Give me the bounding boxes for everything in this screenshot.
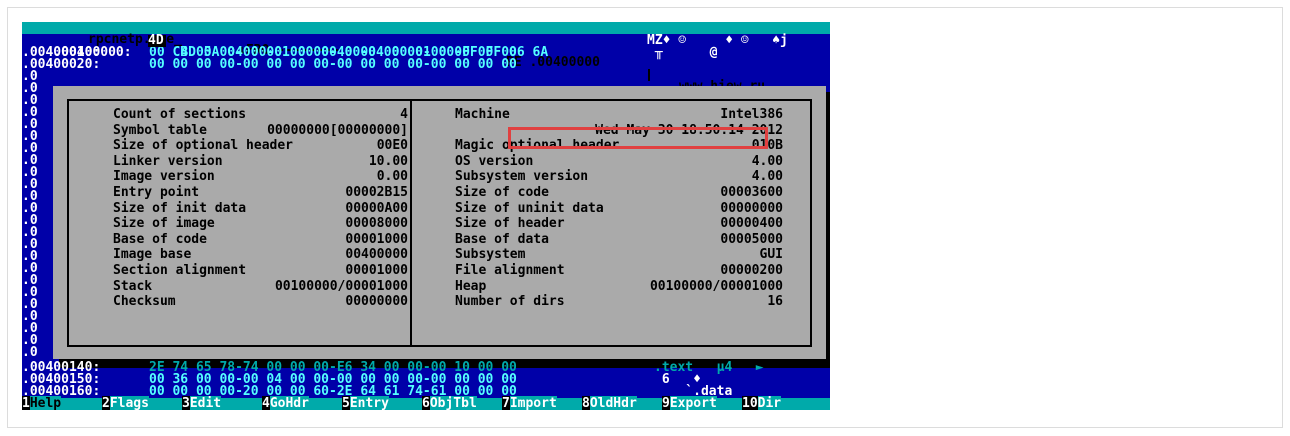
pe-field-label: Image base <box>113 247 192 263</box>
pe-field-label: Base of code <box>113 231 207 247</box>
pe-field-label: Machine <box>455 107 510 122</box>
fkey-number: 3 <box>182 396 190 410</box>
fkey-label: Dir <box>757 396 782 410</box>
fkey-label: Export <box>669 396 717 410</box>
fkey-number: 8 <box>582 396 590 410</box>
fkey-help[interactable]: 1Help <box>22 396 62 410</box>
fkey-number: 2 <box>102 396 110 410</box>
hiew-terminal: rpcnetp.exe_ ↓FRO -------- PE .00400000 … <box>22 22 830 410</box>
pe-field-value: 00000000 <box>345 294 408 310</box>
fkey-oldhdr[interactable]: 8OldHdr <box>582 396 637 410</box>
pe-field-value: 00000000[00000000] <box>267 122 408 138</box>
fkey-label: ObjTbl <box>429 396 477 410</box>
fkey-number: 7 <box>502 396 510 410</box>
fkey-import[interactable]: 7Import <box>502 396 557 410</box>
pe-field-value: 00001000 <box>345 263 408 278</box>
fkey-number: 10 <box>742 396 758 410</box>
fkey-number: 4 <box>262 396 270 410</box>
pe-field-value: 00100000/00001000 <box>274 278 408 294</box>
pe-field-label: Stack <box>113 278 153 294</box>
fkey-number: 1 <box>22 396 30 410</box>
fkey-number: 9 <box>662 396 670 410</box>
fkey-label: Entry <box>349 396 389 410</box>
pe-field-value: 00E0 <box>376 138 408 154</box>
pe-field-value: 00000000 <box>720 200 783 216</box>
pe-field-value: 00003600 <box>720 185 783 200</box>
fkey-label: OldHdr <box>589 396 637 410</box>
pe-field-value: 00005000 <box>720 231 783 247</box>
pe-field-value: 00002B15 <box>345 185 408 200</box>
pe-field-value: 00001000 <box>345 231 408 247</box>
pe-field-value: 00100000/00001000 <box>649 278 783 294</box>
pe-field-value: GUI <box>759 247 783 263</box>
fkey-label: Flags <box>109 396 149 410</box>
pe-field-value: 0.00 <box>376 169 408 185</box>
dialog-divider <box>410 101 412 345</box>
pe-field-label: Subsystem <box>455 247 526 263</box>
pe-field-label: Heap <box>455 278 487 294</box>
pe-field-value: 00000A00 <box>345 200 408 216</box>
fkey-label: Edit <box>189 396 222 410</box>
pe-field-label: Size of image <box>113 216 215 232</box>
fkey-objtbl[interactable]: 6ObjTbl <box>422 396 477 410</box>
status-divider <box>648 68 650 81</box>
pe-field-label: Symbol table <box>113 122 207 138</box>
fkey-flags[interactable]: 2Flags <box>102 396 149 410</box>
fkey-label: Import <box>509 396 557 410</box>
pe-field-value: Intel386 <box>720 107 783 122</box>
pe-field-value: 00008000 <box>345 216 408 232</box>
pe-field-value: 4.00 <box>751 169 783 185</box>
pe-field-value: 4.00 <box>751 153 783 169</box>
fkey-dir[interactable]: 10Dir <box>742 396 782 410</box>
hex-bytes[interactable]: 00 00 00 00-00 00 00 00-00 00 00 00-00 0… <box>149 58 517 71</box>
pe-field-label: Image version <box>113 169 215 185</box>
fkey-export[interactable]: 9Export <box>662 396 717 410</box>
pe-field-value: 4 <box>400 107 408 122</box>
pe-field-value: 16 <box>767 294 783 310</box>
pe-field-label: Entry point <box>113 185 200 200</box>
fkey-number: 5 <box>342 396 350 410</box>
fkey-entry[interactable]: 5Entry <box>342 396 389 410</box>
fkey-gohdr[interactable]: 4GoHdr <box>262 396 309 410</box>
ascii-col-1: ╥ @ <box>647 45 718 60</box>
pe-field-value: 10.00 <box>368 153 408 169</box>
pe-field-label: OS version <box>455 153 534 169</box>
pe-field-value: 00000400 <box>720 216 783 232</box>
fkey-label: GoHdr <box>269 396 309 410</box>
cursor-highlight: 4D <box>148 34 166 47</box>
timestamp-highlight-box <box>508 127 768 149</box>
fkey-edit[interactable]: 3Edit <box>182 396 222 410</box>
pe-field-value: 00400000 <box>345 247 408 263</box>
pe-field-label: Checksum <box>113 294 176 310</box>
function-key-bar: 1Help 2Flags 3Edit 4GoHdr 5Entry 6ObjTbl 7Impo… <box>22 396 830 410</box>
fkey-number: 6 <box>422 396 430 410</box>
fkey-label: Help <box>29 396 62 410</box>
pe-field-value: 00000200 <box>720 263 783 278</box>
